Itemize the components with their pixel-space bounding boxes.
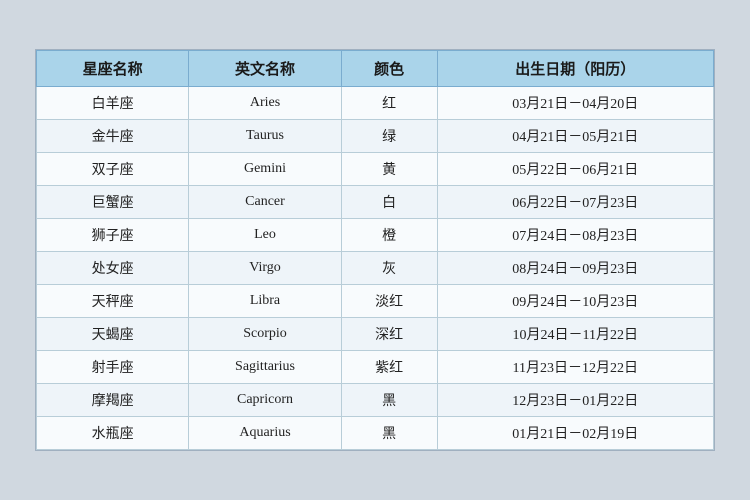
cell-color: 黑 bbox=[341, 417, 437, 450]
cell-dates: 06月22日－07月23日 bbox=[437, 186, 713, 219]
cell-english: Gemini bbox=[189, 153, 341, 186]
cell-color: 深红 bbox=[341, 318, 437, 351]
cell-dates: 11月23日－12月22日 bbox=[437, 351, 713, 384]
cell-dates: 10月24日－11月22日 bbox=[437, 318, 713, 351]
table-row: 射手座Sagittarius紫红11月23日－12月22日 bbox=[37, 351, 714, 384]
cell-chinese: 水瓶座 bbox=[37, 417, 189, 450]
table-body: 白羊座Aries红03月21日－04月20日金牛座Taurus绿04月21日－0… bbox=[37, 87, 714, 450]
cell-english: Libra bbox=[189, 285, 341, 318]
cell-english: Taurus bbox=[189, 120, 341, 153]
cell-dates: 07月24日－08月23日 bbox=[437, 219, 713, 252]
cell-english: Cancer bbox=[189, 186, 341, 219]
cell-english: Leo bbox=[189, 219, 341, 252]
cell-english: Sagittarius bbox=[189, 351, 341, 384]
table-row: 狮子座Leo橙07月24日－08月23日 bbox=[37, 219, 714, 252]
cell-color: 灰 bbox=[341, 252, 437, 285]
cell-color: 黄 bbox=[341, 153, 437, 186]
cell-english: Capricorn bbox=[189, 384, 341, 417]
cell-color: 橙 bbox=[341, 219, 437, 252]
cell-chinese: 射手座 bbox=[37, 351, 189, 384]
cell-chinese: 狮子座 bbox=[37, 219, 189, 252]
table-row: 巨蟹座Cancer白06月22日－07月23日 bbox=[37, 186, 714, 219]
table-row: 天秤座Libra淡红09月24日－10月23日 bbox=[37, 285, 714, 318]
table-row: 摩羯座Capricorn黑12月23日－01月22日 bbox=[37, 384, 714, 417]
cell-dates: 09月24日－10月23日 bbox=[437, 285, 713, 318]
cell-dates: 04月21日－05月21日 bbox=[437, 120, 713, 153]
col-header-english: 英文名称 bbox=[189, 51, 341, 87]
cell-color: 白 bbox=[341, 186, 437, 219]
cell-color: 绿 bbox=[341, 120, 437, 153]
cell-chinese: 双子座 bbox=[37, 153, 189, 186]
cell-color: 紫红 bbox=[341, 351, 437, 384]
table-row: 天蝎座Scorpio深红10月24日－11月22日 bbox=[37, 318, 714, 351]
cell-chinese: 天秤座 bbox=[37, 285, 189, 318]
table-row: 双子座Gemini黄05月22日－06月21日 bbox=[37, 153, 714, 186]
cell-english: Virgo bbox=[189, 252, 341, 285]
cell-dates: 03月21日－04月20日 bbox=[437, 87, 713, 120]
col-header-dates: 出生日期（阳历） bbox=[437, 51, 713, 87]
cell-english: Aries bbox=[189, 87, 341, 120]
table-row: 白羊座Aries红03月21日－04月20日 bbox=[37, 87, 714, 120]
cell-chinese: 白羊座 bbox=[37, 87, 189, 120]
cell-english: Aquarius bbox=[189, 417, 341, 450]
cell-dates: 12月23日－01月22日 bbox=[437, 384, 713, 417]
cell-chinese: 天蝎座 bbox=[37, 318, 189, 351]
cell-english: Scorpio bbox=[189, 318, 341, 351]
cell-color: 淡红 bbox=[341, 285, 437, 318]
cell-color: 黑 bbox=[341, 384, 437, 417]
table-row: 处女座Virgo灰08月24日－09月23日 bbox=[37, 252, 714, 285]
zodiac-table: 星座名称 英文名称 颜色 出生日期（阳历） 白羊座Aries红03月21日－04… bbox=[36, 50, 714, 450]
zodiac-table-wrapper: 星座名称 英文名称 颜色 出生日期（阳历） 白羊座Aries红03月21日－04… bbox=[35, 49, 715, 451]
col-header-color: 颜色 bbox=[341, 51, 437, 87]
table-row: 金牛座Taurus绿04月21日－05月21日 bbox=[37, 120, 714, 153]
table-row: 水瓶座Aquarius黑01月21日－02月19日 bbox=[37, 417, 714, 450]
cell-chinese: 处女座 bbox=[37, 252, 189, 285]
cell-chinese: 摩羯座 bbox=[37, 384, 189, 417]
table-header-row: 星座名称 英文名称 颜色 出生日期（阳历） bbox=[37, 51, 714, 87]
cell-chinese: 金牛座 bbox=[37, 120, 189, 153]
cell-dates: 05月22日－06月21日 bbox=[437, 153, 713, 186]
cell-dates: 01月21日－02月19日 bbox=[437, 417, 713, 450]
col-header-chinese: 星座名称 bbox=[37, 51, 189, 87]
cell-color: 红 bbox=[341, 87, 437, 120]
cell-chinese: 巨蟹座 bbox=[37, 186, 189, 219]
cell-dates: 08月24日－09月23日 bbox=[437, 252, 713, 285]
